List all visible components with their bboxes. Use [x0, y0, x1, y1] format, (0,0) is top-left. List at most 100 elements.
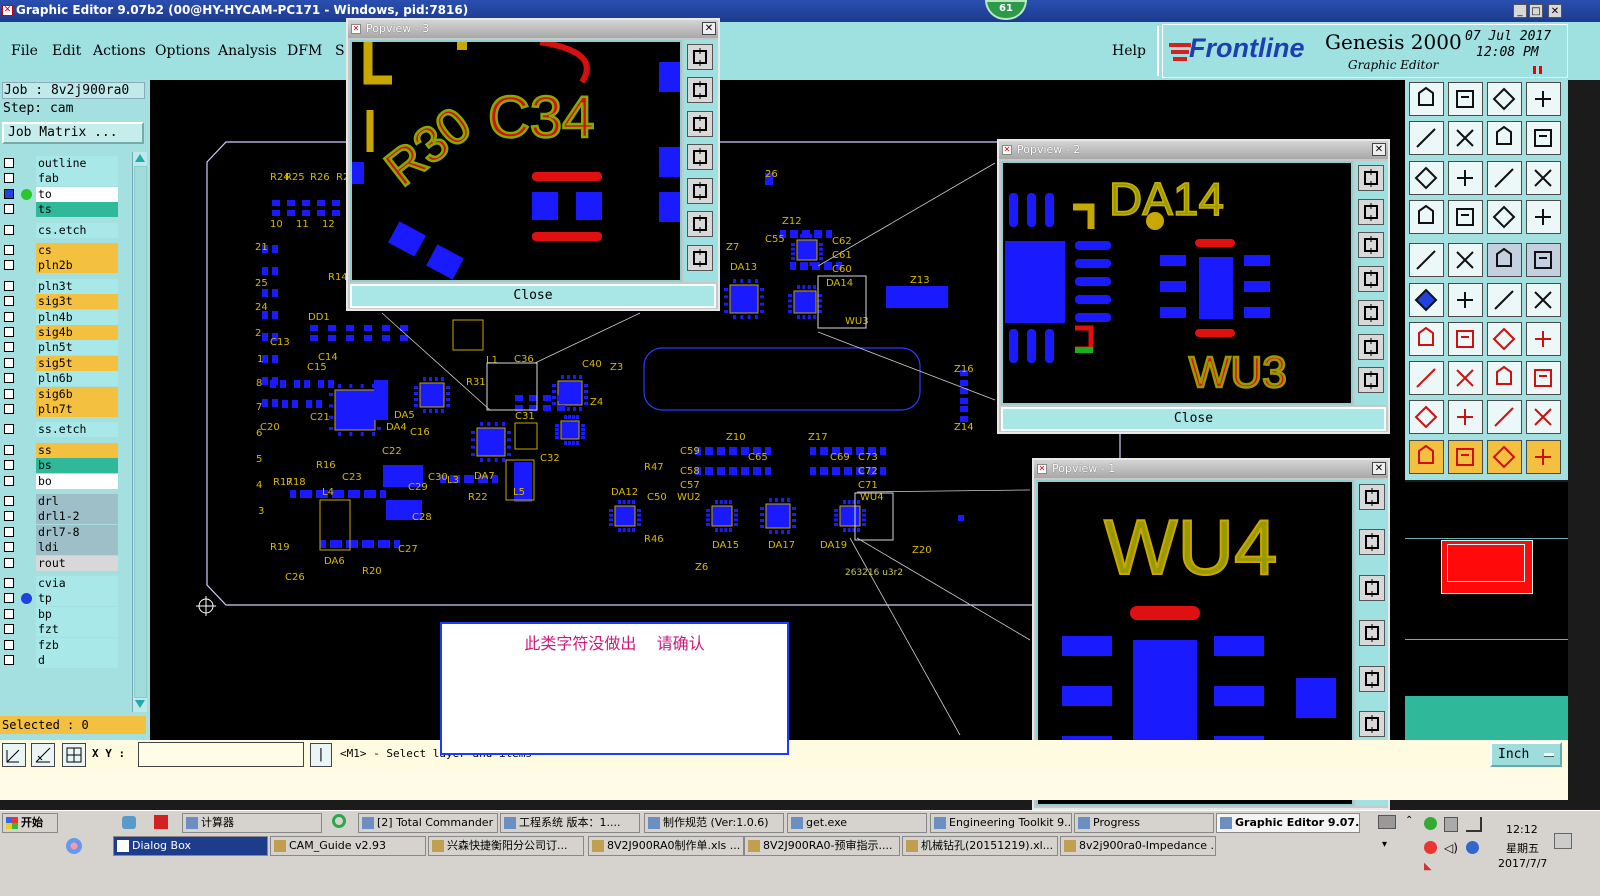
layer-row-sig5t[interactable]: sig5t — [0, 355, 119, 371]
menu-actions[interactable]: Actions — [93, 43, 146, 59]
layer-checkbox[interactable] — [4, 327, 14, 337]
tool-left-icon[interactable] — [1409, 121, 1444, 156]
popview-tool-icon[interactable] — [1359, 665, 1385, 692]
layer-checkbox[interactable] — [4, 526, 14, 537]
layer-row-cs[interactable]: cs — [0, 243, 119, 258]
minimize-button[interactable]: _ — [1513, 4, 1527, 18]
layer-row-pln5t[interactable]: pln5t — [0, 340, 119, 356]
tool-flag-icon[interactable] — [1448, 243, 1483, 278]
scroll-thumb[interactable] — [134, 166, 147, 698]
taskbar-item[interactable]: 8v2j900ra0-Impedance ... — [1060, 836, 1216, 856]
job-matrix-button[interactable]: Job Matrix ... — [2, 122, 144, 144]
popview-tool-icon[interactable] — [687, 77, 713, 104]
layer-row-sig6b[interactable]: sig6b — [0, 386, 119, 402]
tool-move-icon[interactable] — [1526, 439, 1561, 474]
popview-2-close-icon[interactable]: ✕ — [1372, 143, 1386, 156]
layer-checkbox[interactable] — [4, 373, 14, 384]
layer-name[interactable]: ldi — [36, 540, 118, 556]
popview-tool-icon[interactable] — [1358, 333, 1384, 360]
mini-view-viewport[interactable] — [1447, 544, 1525, 582]
tray-flag-icon[interactable]: ◣ — [1424, 861, 1432, 872]
layer-checkbox[interactable] — [4, 424, 14, 435]
tool-resize-icon[interactable] — [1487, 361, 1522, 396]
taskbar-item[interactable]: 8V2J900RA0-预审指示.... — [744, 836, 900, 856]
layer-checkbox[interactable] — [4, 296, 14, 307]
popview-3-close-icon[interactable]: ✕ — [702, 22, 716, 35]
layer-row-pln2b[interactable]: pln2b — [0, 258, 119, 274]
layer-row-sig4b[interactable]: sig4b — [0, 325, 119, 340]
popview-tool-icon[interactable] — [1358, 232, 1384, 259]
popview-1-title-bar[interactable]: ✕ Popview - 1 ✕ — [1034, 460, 1388, 478]
menu-options[interactable]: Options — [155, 43, 210, 59]
tool-tri3-icon[interactable] — [1487, 400, 1522, 435]
layer-name[interactable]: bo — [36, 473, 118, 489]
tool-cross-icon[interactable] — [1448, 282, 1483, 317]
layer-row-cs.etch[interactable]: cs.etch — [0, 222, 119, 238]
layer-name[interactable]: tp — [36, 591, 118, 607]
layer-name[interactable]: drl — [36, 494, 118, 509]
tray-security-icon[interactable] — [1424, 841, 1437, 854]
taskbar-item[interactable]: Graphic Editor 9.07... — [1216, 813, 1360, 833]
layer-name[interactable]: fzb — [36, 637, 118, 653]
tool-pointer-icon[interactable] — [1409, 439, 1444, 474]
popview-tool-icon[interactable] — [687, 110, 713, 137]
layer-checkbox[interactable] — [4, 357, 14, 368]
popview-3-title-bar[interactable]: ✕ Popview - 3 ✕ — [348, 20, 718, 38]
layer-row-ldi[interactable]: ldi — [0, 540, 119, 556]
layer-checkbox[interactable] — [4, 173, 14, 184]
popview-tool-icon[interactable] — [1359, 484, 1385, 510]
layer-name[interactable]: ss.etch — [36, 422, 118, 438]
layer-name[interactable]: drl7-8 — [36, 524, 118, 540]
layer-name[interactable]: bs — [36, 458, 118, 474]
tray-antivirus-icon[interactable] — [1466, 841, 1479, 854]
layer-row-outline[interactable]: outline — [0, 156, 119, 171]
popview-tool-icon[interactable] — [1358, 198, 1384, 225]
show-desktop-button[interactable] — [1554, 833, 1572, 849]
popview-3-canvas[interactable]: R30 C34 — [350, 40, 682, 282]
tool-zoom-icon[interactable] — [1448, 160, 1483, 195]
layer-checkbox[interactable] — [4, 245, 14, 255]
recycle-icon[interactable] — [122, 816, 136, 829]
taskbar-item[interactable]: [2] Total Commander ... — [358, 813, 498, 833]
tray-network-icon[interactable] — [1466, 817, 1482, 832]
popview-tool-icon[interactable] — [1358, 299, 1384, 326]
taskbar-item[interactable]: 兴森快捷衡阳分公司订... — [428, 836, 584, 856]
layer-name[interactable]: pln7t — [36, 402, 118, 417]
layer-row-pln7t[interactable]: pln7t — [0, 402, 119, 417]
snap-icon[interactable] — [2, 743, 26, 767]
layer-row-cvia[interactable]: cvia — [0, 576, 119, 591]
tool-route2-icon[interactable] — [1526, 199, 1561, 234]
layer-name[interactable]: pln3t — [36, 278, 118, 294]
layer-checkbox[interactable] — [4, 158, 14, 168]
layer-checkbox[interactable] — [4, 557, 14, 568]
popview-2-canvas[interactable]: DA14 WU3 — [1001, 161, 1353, 405]
tool-pointer3-icon[interactable] — [1487, 439, 1522, 474]
popview-tool-icon[interactable] — [687, 44, 713, 70]
popview-tool-icon[interactable] — [1358, 165, 1384, 191]
layer-row-drl[interactable]: drl — [0, 494, 119, 509]
popview-tool-icon[interactable] — [687, 144, 713, 171]
layer-name[interactable]: pln6b — [36, 371, 118, 387]
layer-name[interactable]: sig5t — [36, 355, 118, 371]
layer-name[interactable]: sig6b — [36, 386, 118, 402]
layer-checkbox[interactable] — [4, 342, 14, 353]
tool-right-icon[interactable] — [1448, 121, 1483, 156]
taskbar-item[interactable]: 机械钻孔(20151219).xl... — [902, 836, 1058, 856]
layer-checkbox[interactable] — [4, 496, 14, 506]
taskbar-item[interactable]: 计算器 — [182, 813, 322, 833]
layer-name[interactable]: cs — [36, 243, 118, 258]
tool-tri2-icon[interactable] — [1448, 400, 1483, 435]
taskbar-item[interactable]: 工程系统 版本：1.... — [500, 813, 640, 833]
layer-name[interactable]: pln5t — [36, 340, 118, 356]
tool-target-icon[interactable] — [1526, 243, 1561, 278]
tool-angle-icon[interactable] — [1409, 321, 1444, 356]
popview-2-window[interactable]: ✕ Popview - 2 ✕ DA14 WU3 Close — [997, 139, 1390, 434]
tool-split-icon[interactable] — [1526, 321, 1561, 356]
layer-row-rout[interactable]: rout — [0, 555, 119, 571]
mini-view[interactable] — [1405, 482, 1568, 740]
popview-tool-icon[interactable] — [1359, 529, 1385, 556]
tool-slash-icon[interactable] — [1448, 321, 1483, 356]
layer-name[interactable]: bp — [36, 606, 118, 622]
layer-checkbox[interactable] — [4, 260, 14, 271]
tool-pointer2-icon[interactable] — [1448, 439, 1483, 474]
